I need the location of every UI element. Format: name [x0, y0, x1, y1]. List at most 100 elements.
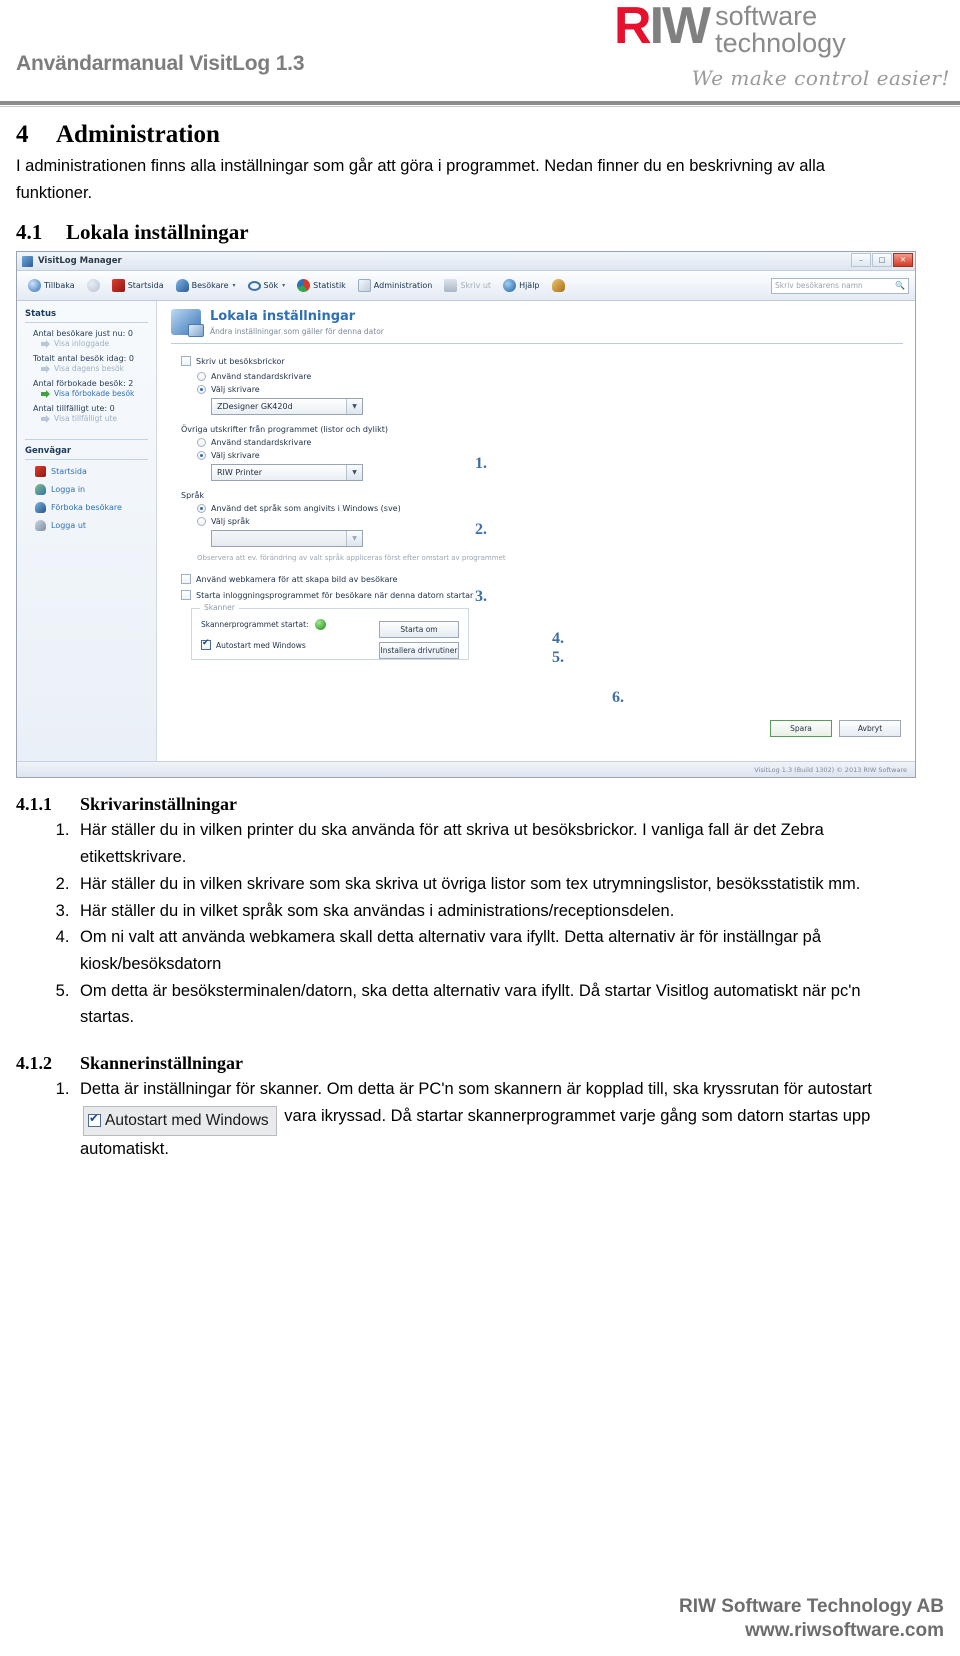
- list-item: Här ställer du in vilken skrivare som sk…: [74, 871, 904, 898]
- search-box[interactable]: Skriv besökarens namn 🔍: [771, 277, 909, 294]
- sidebar-divider: [25, 439, 148, 441]
- checkbox-webcam[interactable]: Använd webkamera för att skapa bild av b…: [181, 574, 903, 585]
- checkbox-icon-inline: [88, 1112, 101, 1127]
- radio-language-windows[interactable]: Använd det språk som angivits i Windows …: [197, 504, 903, 514]
- checkbox-skriv-ut-besoksbrickor[interactable]: Skriv ut besöksbrickor: [181, 356, 903, 367]
- arrow-icon-4: [41, 414, 50, 423]
- radio-other-select-printer[interactable]: Välj skrivare: [197, 451, 903, 461]
- radio-badge-select-printer[interactable]: Välj skrivare: [197, 385, 903, 395]
- toolbar-hjalp[interactable]: Hjälp: [498, 277, 544, 294]
- logo-letter-r: R: [614, 0, 652, 55]
- panel-header: Lokala inställningar Ändra inställningar…: [171, 309, 903, 338]
- radio-icon-badge-default[interactable]: [197, 372, 206, 382]
- toolbar-startsida[interactable]: Startsida: [107, 277, 169, 294]
- logo-letters-iw: IW: [649, 0, 712, 55]
- heading-411-text: Skrivarinställningar: [80, 794, 238, 815]
- language-restart-hint: Observera att ev. förändring av valt spr…: [197, 554, 506, 563]
- scanner-status-label: Skannerprogrammet startat:: [201, 620, 309, 630]
- toolbar-administration[interactable]: Administration: [353, 277, 438, 294]
- inline-autostart-label: Autostart med Windows: [105, 1111, 269, 1129]
- minimize-button[interactable]: –: [851, 253, 871, 268]
- checkbox-autostart-login[interactable]: Starta inloggningsprogrammet för besökar…: [181, 590, 903, 601]
- checkbox-webcam-label: Använd webkamera för att skapa bild av b…: [196, 574, 398, 584]
- visitor-icon: [175, 279, 189, 293]
- chevron-down-icon-combo1[interactable]: ▼: [346, 399, 362, 415]
- radio-other-default-printer[interactable]: Använd standardskrivare: [197, 438, 903, 448]
- radio-icon-lang-windows[interactable]: [197, 504, 206, 514]
- scanner-restart-button[interactable]: Starta om: [379, 621, 459, 639]
- user-icon: [551, 279, 565, 293]
- logo-word-technology: technology: [715, 28, 846, 58]
- cancel-button[interactable]: Avbryt: [839, 720, 901, 738]
- sidebar-item-startsida[interactable]: Startsida: [35, 466, 148, 478]
- close-button[interactable]: ✕: [893, 253, 913, 268]
- sidebar-item-logga-in[interactable]: Logga in: [35, 484, 148, 496]
- panel-subtitle: Ändra inställningar som gäller för denna…: [210, 327, 384, 337]
- maximize-button[interactable]: □: [872, 253, 892, 268]
- sidebar-item-startsida-label: Startsida: [51, 467, 87, 477]
- radio-icon-badge-select[interactable]: [197, 385, 206, 395]
- radio-language-select[interactable]: Välj språk: [197, 517, 903, 527]
- heading-412-number: 4.1.2: [16, 1053, 52, 1074]
- sidebar-item-forboka-besokare[interactable]: Förboka besökare: [35, 502, 148, 514]
- checkbox-icon-badges[interactable]: [181, 356, 191, 367]
- toolbar-besokare-label: Besökare: [191, 281, 229, 291]
- heading-412-skannerinstallningar: 4.1.2 Skannerinställningar: [16, 1053, 944, 1074]
- local-settings-icon: [171, 309, 204, 338]
- heading-411-number: 4.1.1: [16, 794, 52, 815]
- toolbar-back[interactable]: Tillbaka: [23, 277, 80, 294]
- chevron-down-icon-combo3[interactable]: ▼: [346, 531, 362, 547]
- sidebar-item-forboka-besokare-label: Förboka besökare: [51, 503, 122, 513]
- window-buttons[interactable]: – □ ✕: [851, 253, 913, 268]
- window-title: VisitLog Manager: [38, 256, 122, 267]
- toolbar-sok[interactable]: Sök ▾: [243, 278, 291, 293]
- radio-icon-lang-select[interactable]: [197, 517, 206, 527]
- radio-icon-other-select[interactable]: [197, 451, 206, 461]
- checkbox-icon-autostart-login[interactable]: [181, 590, 191, 601]
- toolbar-startsida-label: Startsida: [127, 281, 164, 291]
- list-skannerinstallningar: Detta är inställningar för skanner. Om d…: [16, 1076, 944, 1163]
- toolbar-statistik[interactable]: Statistik: [292, 277, 351, 294]
- app-body: Status Antal besökare just nu: 0 Visa in…: [17, 301, 915, 762]
- sidebar-link-visa-tillfalligt-ute[interactable]: Visa tillfälligt ute: [41, 414, 148, 423]
- sidebar-link-visa-dagens-besok-label: Visa dagens besök: [54, 364, 124, 374]
- combo-other-printer[interactable]: RIW Printer ▼: [211, 464, 363, 482]
- search-input[interactable]: Skriv besökarens namn: [775, 281, 895, 290]
- sidebar-link-visa-inloggade[interactable]: Visa inloggade: [41, 339, 148, 348]
- checkbox-icon-scanner-autostart[interactable]: [201, 638, 211, 651]
- login-icon: [35, 484, 46, 496]
- logo-tagline: We make control easier!: [691, 66, 950, 90]
- combo-badge-printer[interactable]: ZDesigner GK420d ▼: [211, 398, 363, 416]
- sidebar-link-visa-forbokade-besok[interactable]: Visa förbokade besök: [41, 389, 148, 398]
- arrow-icon: [41, 339, 50, 348]
- heading-411-skrivarinstallningar: 4.1.1 Skrivarinställningar: [16, 794, 944, 815]
- status-label-prebooked: Antal förbokade besök: 2: [33, 379, 134, 389]
- toolbar-skriv-ut[interactable]: Skriv ut: [439, 277, 496, 294]
- sidebar-item-logga-ut[interactable]: Logga ut: [35, 520, 148, 532]
- search-icon-button[interactable]: 🔍: [895, 281, 905, 290]
- save-button[interactable]: Spara: [770, 720, 832, 738]
- radio-icon-other-default[interactable]: [197, 438, 206, 448]
- panel-divider: [171, 343, 903, 345]
- label-other-prints: Övriga utskrifter från programmet (listo…: [181, 425, 388, 435]
- checkbox-icon-webcam[interactable]: [181, 574, 191, 585]
- callout-marker-4: 4.: [552, 630, 564, 648]
- home-icon: [111, 279, 125, 293]
- scanner-install-drivers-button[interactable]: Installera drivrutiner: [379, 642, 459, 660]
- combo-language[interactable]: ▼: [211, 530, 363, 548]
- chevron-down-icon-2: ▾: [282, 282, 286, 290]
- intro-paragraph: I administrationen finns alla inställnin…: [16, 157, 825, 202]
- radio-badge-default-printer[interactable]: Använd standardskrivare: [197, 372, 903, 382]
- toolbar-besokare[interactable]: Besökare ▾: [171, 277, 241, 294]
- label-language: Språk: [181, 491, 204, 501]
- sidebar-link-visa-forbokade-besok-label: Visa förbokade besök: [54, 389, 135, 399]
- chevron-down-icon-combo2[interactable]: ▼: [346, 465, 362, 481]
- sidebar-link-visa-dagens-besok[interactable]: Visa dagens besök: [41, 364, 148, 373]
- checkbox-autostart-login-label: Starta inloggningsprogrammet för besökar…: [196, 590, 474, 600]
- checkbox-skriv-ut-besoksbrickor-label: Skriv ut besöksbrickor: [196, 356, 285, 366]
- toolbar-forward[interactable]: [82, 277, 105, 294]
- toolbar-user[interactable]: [547, 277, 570, 294]
- sidebar-shortcuts-heading: Genvägar: [25, 446, 148, 461]
- sidebar-link-visa-tillfalligt-ute-label: Visa tillfälligt ute: [54, 414, 118, 424]
- logo-wordmark: RIW: [614, 0, 712, 55]
